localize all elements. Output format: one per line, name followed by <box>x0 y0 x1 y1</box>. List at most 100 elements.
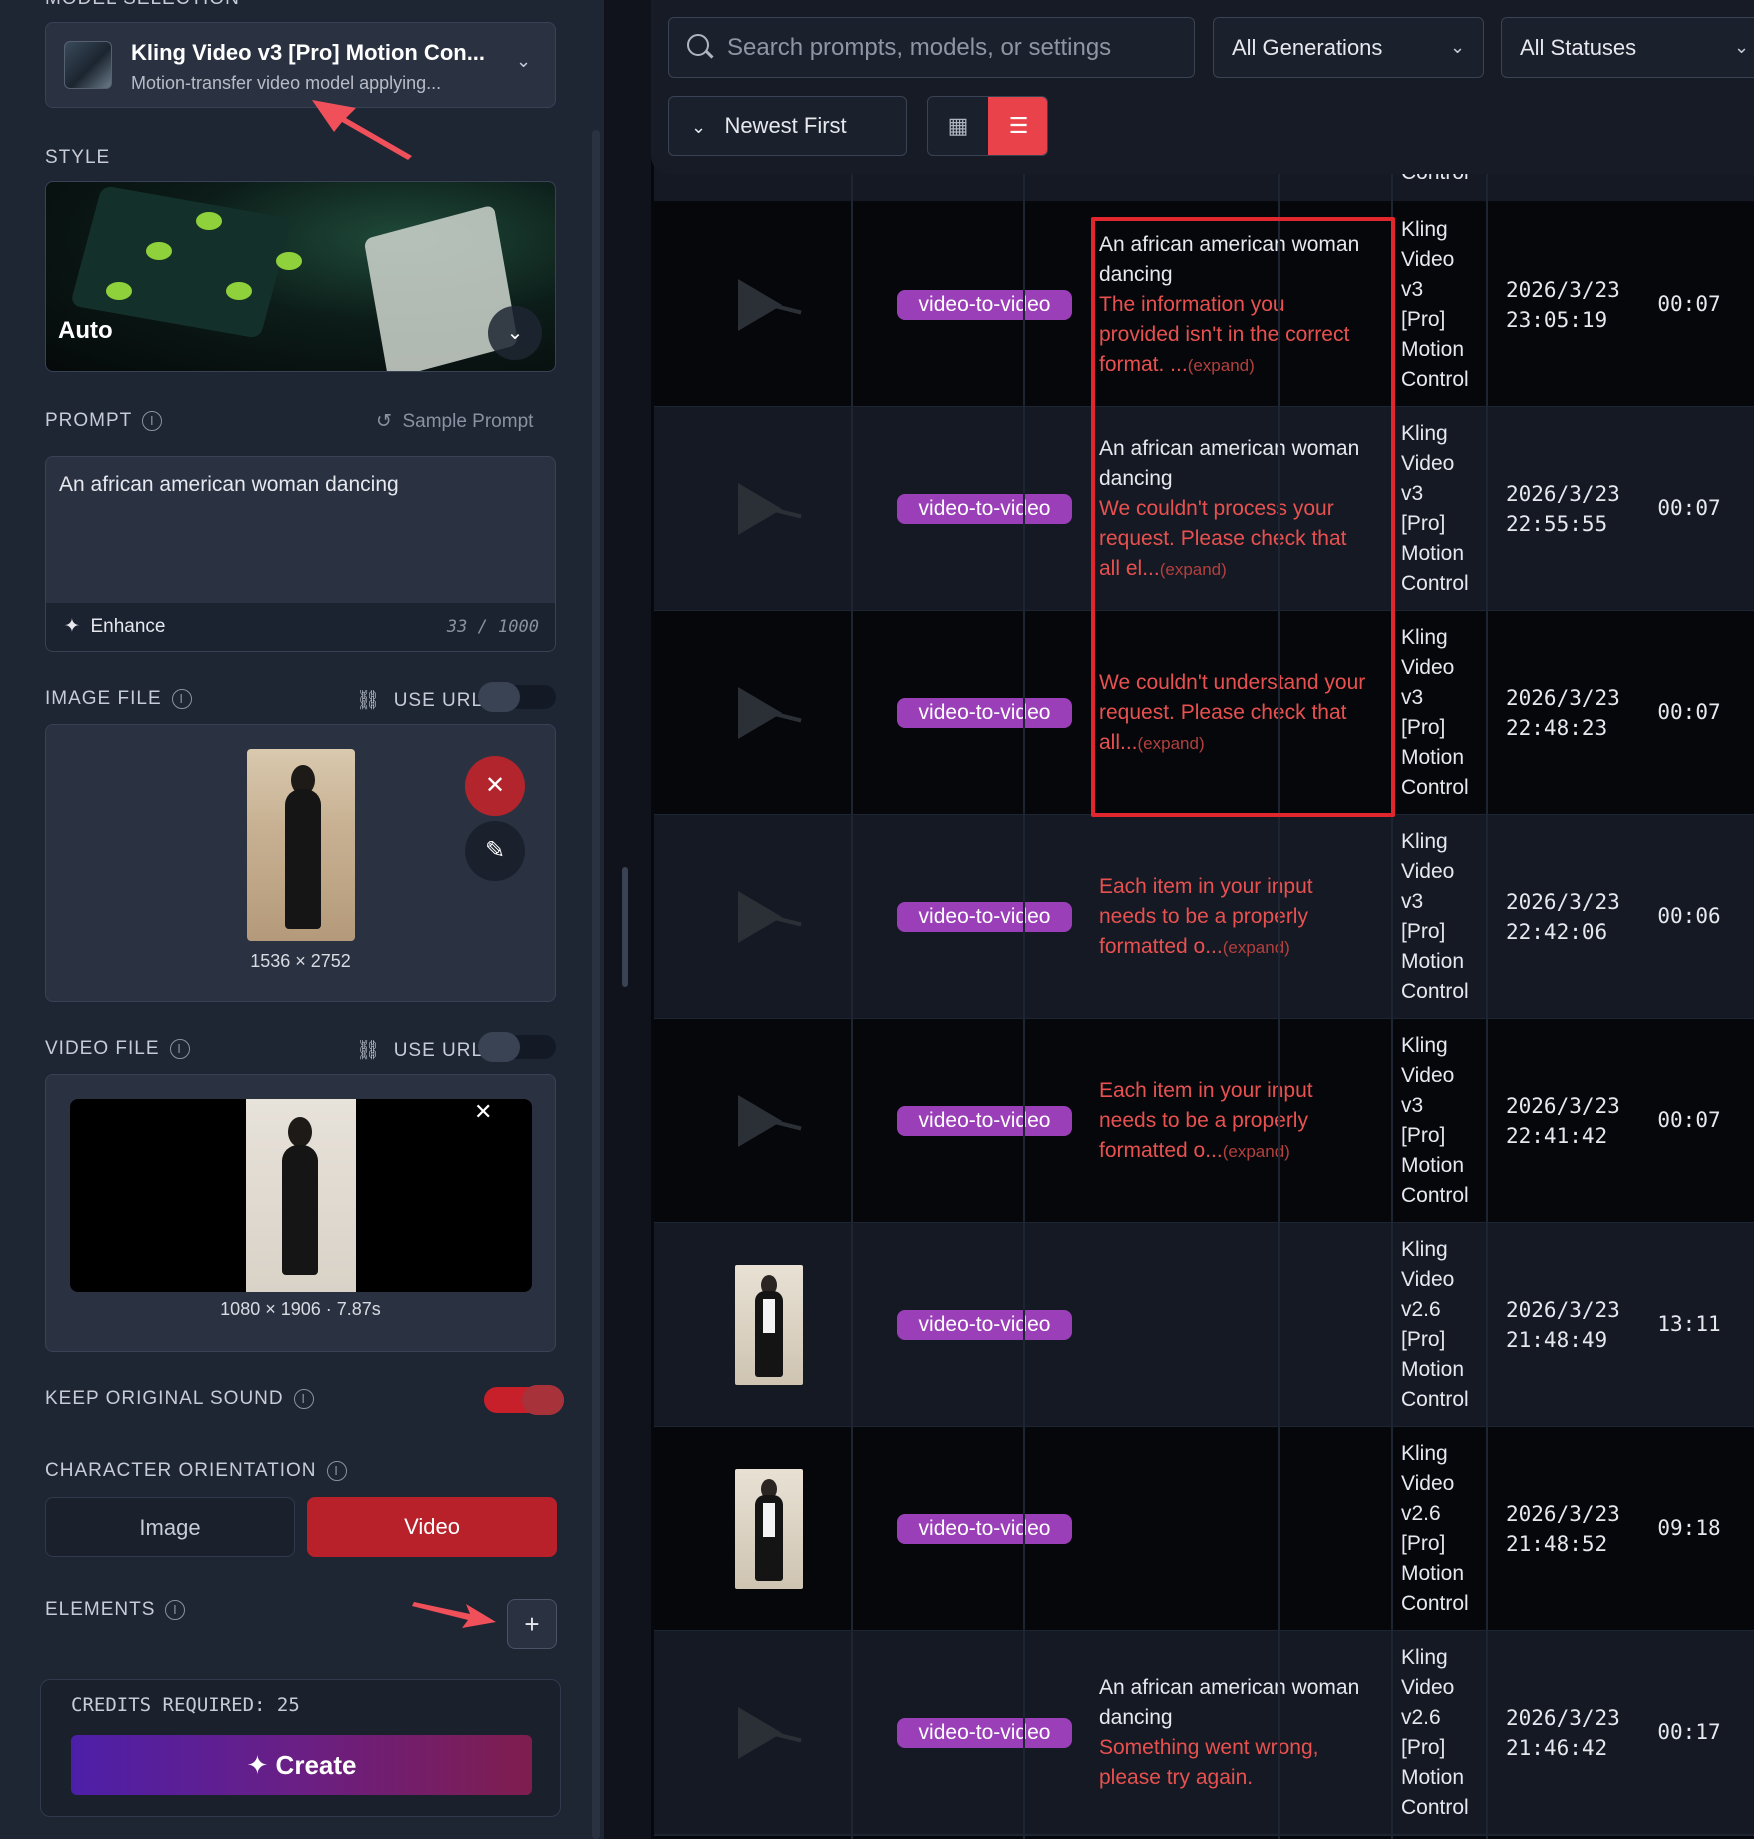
time-value: 22:55:55 <box>1506 512 1608 536</box>
model-word: Motion <box>1401 338 1465 361</box>
keep-sound-label: KEEP ORIGINAL SOUND i <box>45 1388 314 1410</box>
prompt-textarea[interactable]: An african american woman dancing ✦ Enha… <box>45 456 556 652</box>
video-info: 1080 × 1906 · 7.87s <box>220 1299 381 1319</box>
generations-filter[interactable]: All Generations ⌄ <box>1213 17 1484 78</box>
model-word: [Pro] <box>1401 716 1446 739</box>
elements-label: ELEMENTS i <box>45 1599 186 1621</box>
sample-prompt-label: Sample Prompt <box>402 411 534 432</box>
enhance-button[interactable]: ✦ Enhance <box>64 615 166 638</box>
style-preview-shape <box>69 185 293 339</box>
info-icon[interactable]: i <box>142 410 163 431</box>
generations-filter-value: All Generations <box>1232 35 1383 60</box>
model-word: Motion <box>1401 1358 1465 1381</box>
style-selector[interactable]: Auto ⌄ <box>45 181 556 372</box>
model-word: Video <box>1401 248 1455 271</box>
model-word: Control <box>1401 776 1469 799</box>
video-file-label: VIDEO FILE i <box>45 1038 190 1060</box>
prompt-cell[interactable]: An african american woman dancing Somethi… <box>1099 1673 1369 1793</box>
search-box[interactable] <box>668 17 1195 78</box>
table-row[interactable]: video-to-video Kling Video v2.6 [Pro] Motion C… <box>654 1223 1754 1427</box>
model-word: Control <box>1401 1388 1469 1411</box>
table-row[interactable]: video-to-video Each item in your input ne… <box>654 815 1754 1019</box>
image-file-label-text: IMAGE FILE <box>45 688 162 709</box>
search-input[interactable] <box>727 30 1167 66</box>
row-divider <box>654 1834 1754 1836</box>
video-file-dropzone[interactable]: ✕ 1080 × 1906 · 7.87s <box>45 1074 556 1352</box>
model-word: Video <box>1401 452 1455 475</box>
sort-button[interactable]: ⌄ Newest First <box>668 96 907 156</box>
video-use-url-toggle[interactable] <box>478 1032 556 1062</box>
info-icon[interactable]: i <box>165 1599 186 1620</box>
info-icon[interactable]: i <box>326 1460 347 1481</box>
prompt-cell[interactable]: Each item in your input needs to be a pr… <box>1099 872 1369 963</box>
view-mode-toggle: ▦ ☰ <box>927 96 1048 156</box>
uploaded-image-thumbnail <box>247 749 355 941</box>
prompt-label-text: PROMPT <box>45 410 133 431</box>
left-scrollbar[interactable] <box>592 130 600 1839</box>
remove-image-button[interactable]: ✕ <box>465 756 525 816</box>
create-button[interactable]: ✦ Create <box>71 1735 532 1795</box>
image-use-url-toggle[interactable] <box>478 682 556 712</box>
thumbnail-figure-shirt <box>763 1299 775 1333</box>
model-word: Kling <box>1401 218 1448 241</box>
style-expand-button[interactable]: ⌄ <box>488 306 542 360</box>
resize-handle[interactable] <box>622 867 628 987</box>
duration-cell: 00:07 <box>1657 292 1721 316</box>
orientation-video-button[interactable]: Video <box>307 1497 557 1557</box>
type-badge: video-to-video <box>897 1106 1072 1136</box>
video-figure-body <box>282 1145 318 1275</box>
type-badge: video-to-video <box>897 494 1072 524</box>
model-word: [Pro] <box>1401 1124 1446 1147</box>
time-value: 21:48:49 <box>1506 1328 1608 1352</box>
result-thumbnail[interactable] <box>735 1469 803 1589</box>
type-badge: video-to-video <box>897 902 1072 932</box>
column-divider <box>851 0 853 1839</box>
image-file-dropzone[interactable]: 1536 × 2752 ✕ ✎ <box>45 724 556 1002</box>
info-icon[interactable]: i <box>171 688 192 709</box>
model-word: Kling <box>1401 1034 1448 1057</box>
type-badge: video-to-video <box>897 290 1072 320</box>
sample-prompt-button[interactable]: ↺ Sample Prompt <box>376 410 533 433</box>
remove-video-button[interactable]: ✕ <box>474 1099 492 1125</box>
toggle-knob <box>522 1385 564 1415</box>
prompt-footer: ✦ Enhance 33 / 1000 <box>46 603 555 651</box>
date-cell: 2026/3/23 23:05:19 <box>1506 275 1626 335</box>
edit-image-button[interactable]: ✎ <box>465 821 525 881</box>
video-preview[interactable] <box>70 1099 532 1292</box>
prompt-cell[interactable]: Each item in your input needs to be a pr… <box>1099 1076 1369 1167</box>
model-cell: Kling Video v2.6 [Pro] Motion Control <box>1401 1235 1491 1415</box>
table-row[interactable]: video-to-video Each item in your input ne… <box>654 1019 1754 1223</box>
model-word: Kling <box>1401 1442 1448 1465</box>
link-icon: ⛓ <box>356 1040 382 1061</box>
table-row[interactable]: video-to-video An african american woman … <box>654 1631 1754 1835</box>
image-file-label: IMAGE FILE i <box>45 688 192 710</box>
date-cell: 2026/3/23 22:41:42 <box>1506 1091 1626 1151</box>
info-icon[interactable]: i <box>169 1038 190 1059</box>
chevron-down-icon: ⌄ <box>1450 37 1466 57</box>
keep-sound-toggle[interactable] <box>484 1385 564 1415</box>
model-word: Control <box>1401 368 1469 391</box>
model-word: v3 <box>1401 890 1424 913</box>
model-word: Video <box>1401 1268 1455 1291</box>
video-file-label-text: VIDEO FILE <box>45 1038 160 1059</box>
grid-view-icon[interactable]: ▦ <box>928 97 988 155</box>
model-word: v2.6 <box>1401 1706 1441 1729</box>
status-filter[interactable]: All Statuses ⌄ <box>1501 17 1754 78</box>
model-word: Motion <box>1401 746 1465 769</box>
result-thumbnail[interactable] <box>735 1265 803 1385</box>
duration-cell: 09:18 <box>1657 1516 1721 1540</box>
list-view-icon[interactable]: ☰ <box>988 97 1047 155</box>
duration-cell: 00:07 <box>1657 1108 1721 1132</box>
info-icon[interactable]: i <box>293 1388 314 1409</box>
create-label: Create <box>275 1750 357 1780</box>
table-row[interactable]: video-to-video Kling Video v2.6 [Pro] Motion C… <box>654 1427 1754 1631</box>
date-value: 2026/3/23 <box>1506 278 1620 302</box>
duration-cell: 00:07 <box>1657 496 1721 520</box>
type-badge: video-to-video <box>897 1718 1072 1748</box>
video-use-url-label: ⛓ USE URL <box>356 1038 483 1062</box>
orientation-image-button[interactable]: Image <box>45 1497 295 1557</box>
chevron-down-icon: ⌄ <box>1734 37 1750 57</box>
model-cell: Kling Video v3 [Pro] Motion Control <box>1401 1031 1491 1211</box>
add-element-button[interactable]: + <box>507 1599 557 1649</box>
date-value: 2026/3/23 <box>1506 686 1620 710</box>
